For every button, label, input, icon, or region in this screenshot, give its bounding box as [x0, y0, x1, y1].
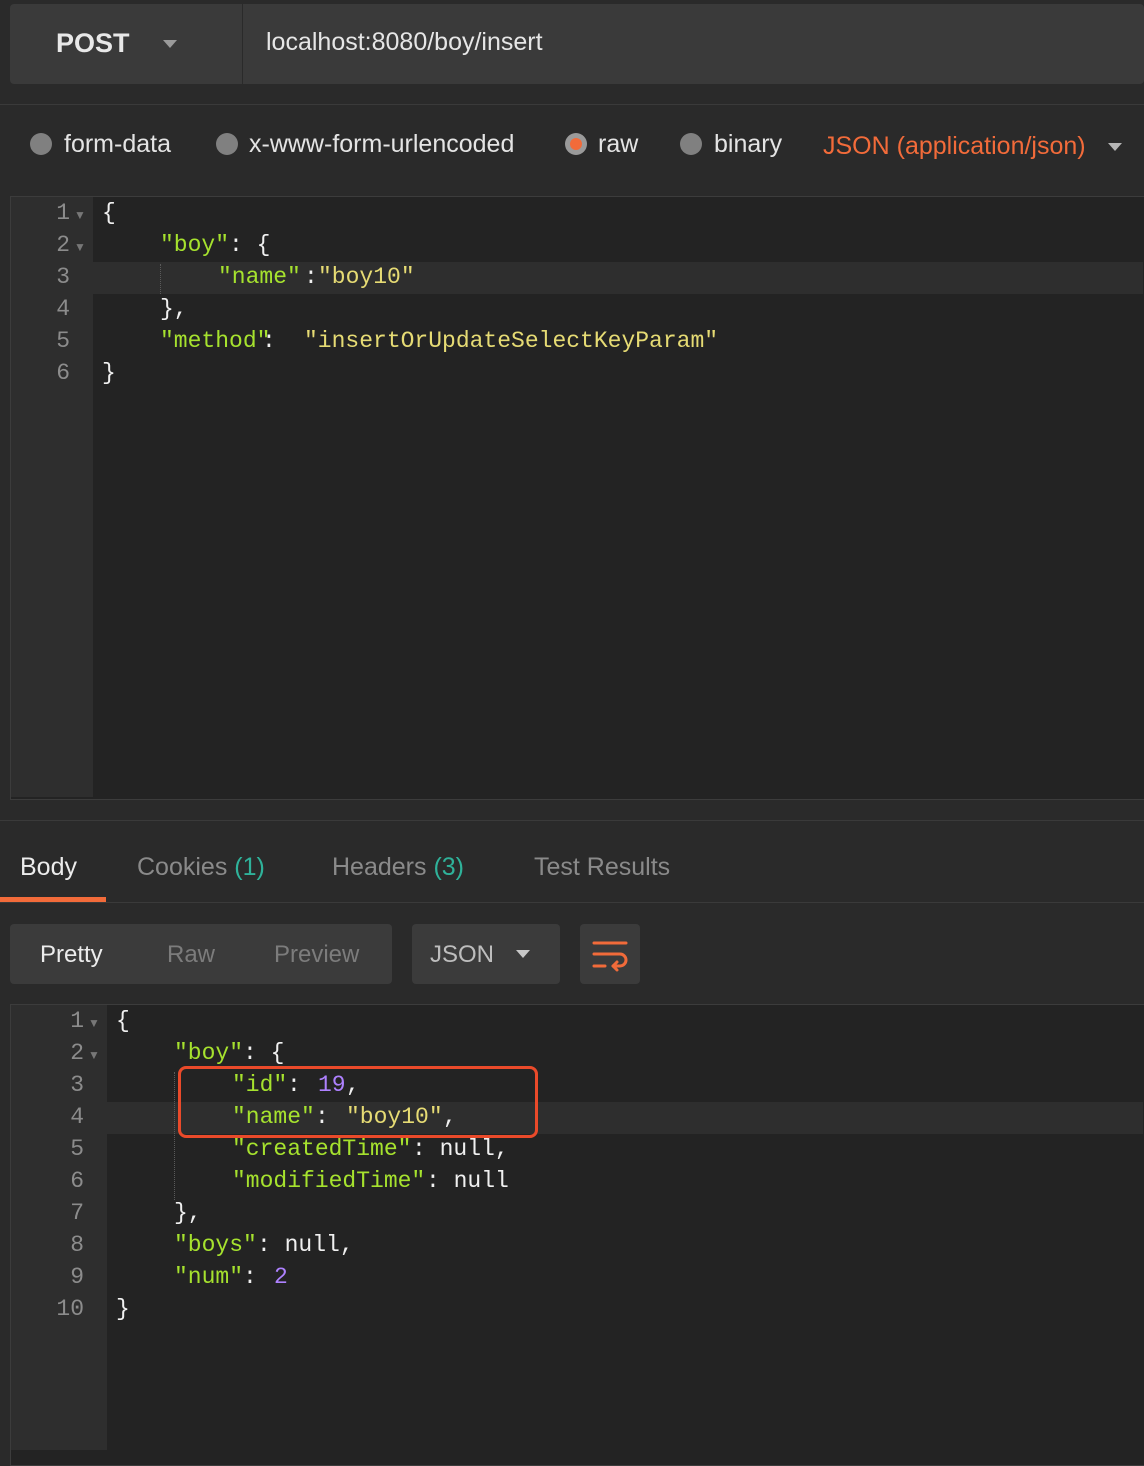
indent-guide	[160, 264, 161, 294]
line-number: 5	[70, 1136, 84, 1162]
divider	[0, 104, 1144, 105]
json-key: "name"	[218, 264, 301, 290]
radio-label-binary[interactable]: binary	[714, 130, 782, 159]
line-number: 10	[56, 1296, 84, 1322]
radio-binary[interactable]	[680, 133, 702, 155]
code-token: }	[116, 1296, 130, 1322]
radio-urlencoded[interactable]	[216, 133, 238, 155]
line-number: 5	[56, 328, 70, 354]
line-number: 1	[70, 1008, 84, 1034]
view-raw[interactable]: Raw	[167, 941, 215, 969]
line-number: 4	[70, 1104, 84, 1130]
json-string: "boy10"	[318, 264, 415, 290]
json-key: "boy"	[174, 1040, 244, 1066]
url-input[interactable]: localhost:8080/boy/insert	[266, 28, 543, 57]
json-number: 2	[274, 1264, 288, 1290]
chevron-down-icon[interactable]	[163, 40, 177, 48]
code-token: : null	[426, 1168, 509, 1194]
chevron-down-icon[interactable]	[1108, 143, 1122, 151]
wrap-lines-button[interactable]	[580, 924, 640, 984]
line-number: 1	[56, 200, 70, 226]
radio-label-form-data[interactable]: form-data	[64, 130, 171, 159]
radio-label-urlencoded[interactable]: x-www-form-urlencoded	[249, 130, 514, 159]
json-key: "modifiedTime"	[232, 1168, 426, 1194]
count-badge: (1)	[234, 853, 265, 881]
tab-label: Cookies	[137, 853, 228, 881]
code-token: }	[102, 360, 116, 386]
method-label: POST	[56, 28, 130, 58]
line-number: 8	[70, 1232, 84, 1258]
json-key: "method"	[160, 328, 271, 354]
line-number: 4	[56, 296, 70, 322]
line-number: 9	[70, 1264, 84, 1290]
tab-divider	[0, 902, 1144, 903]
code-token: :	[262, 328, 290, 354]
code-token: : null,	[412, 1136, 509, 1162]
tab-headers[interactable]: Headers (3)	[332, 853, 464, 882]
divider	[0, 820, 1144, 821]
line-number: 6	[70, 1168, 84, 1194]
view-preview[interactable]: Preview	[274, 941, 359, 969]
json-key: "createdTime"	[232, 1136, 412, 1162]
code-token: },	[160, 296, 188, 322]
tab-label: Headers	[332, 853, 427, 881]
code-token: : {	[229, 232, 271, 258]
line-number: 3	[56, 264, 70, 290]
code-token: : {	[243, 1040, 285, 1066]
radio-form-data[interactable]	[30, 133, 52, 155]
radio-raw[interactable]	[565, 133, 587, 155]
json-string: "insertOrUpdateSelectKeyParam"	[304, 328, 719, 354]
active-tab-indicator	[0, 897, 106, 902]
line-number: 6	[56, 360, 70, 386]
highlight-annotation-box	[178, 1066, 538, 1138]
code-token: : null,	[257, 1232, 354, 1258]
view-pretty[interactable]: Pretty	[40, 941, 103, 969]
line-number: 2	[70, 1040, 84, 1066]
code-token: },	[174, 1200, 202, 1226]
radio-label-raw[interactable]: raw	[598, 130, 638, 159]
content-type-dropdown[interactable]: JSON (application/json)	[823, 132, 1086, 161]
json-key: "boys"	[174, 1232, 257, 1258]
fold-arrow-icon[interactable]: ▼	[74, 240, 86, 254]
line-number: 7	[70, 1200, 84, 1226]
tab-body[interactable]: Body	[20, 853, 77, 882]
json-key: "num"	[174, 1264, 244, 1290]
line-number: 3	[70, 1072, 84, 1098]
wrap-lines-icon	[592, 941, 628, 972]
fold-arrow-icon[interactable]: ▼	[88, 1048, 100, 1062]
format-label: JSON	[430, 941, 495, 968]
count-badge: (3)	[433, 853, 465, 881]
code-token: :	[243, 1264, 271, 1290]
indent-guide	[174, 1072, 175, 1200]
fold-arrow-icon[interactable]: ▼	[88, 1016, 100, 1030]
line-number: 2	[56, 232, 70, 258]
fold-arrow-icon[interactable]: ▼	[74, 208, 86, 222]
chevron-down-icon[interactable]	[516, 950, 530, 958]
tab-cookies[interactable]: Cookies (1)	[137, 853, 265, 882]
tab-test-results[interactable]: Test Results	[534, 853, 670, 882]
code-token: {	[102, 200, 116, 226]
code-token: :	[304, 264, 318, 290]
code-token: {	[116, 1008, 130, 1034]
json-key: "boy"	[160, 232, 230, 258]
